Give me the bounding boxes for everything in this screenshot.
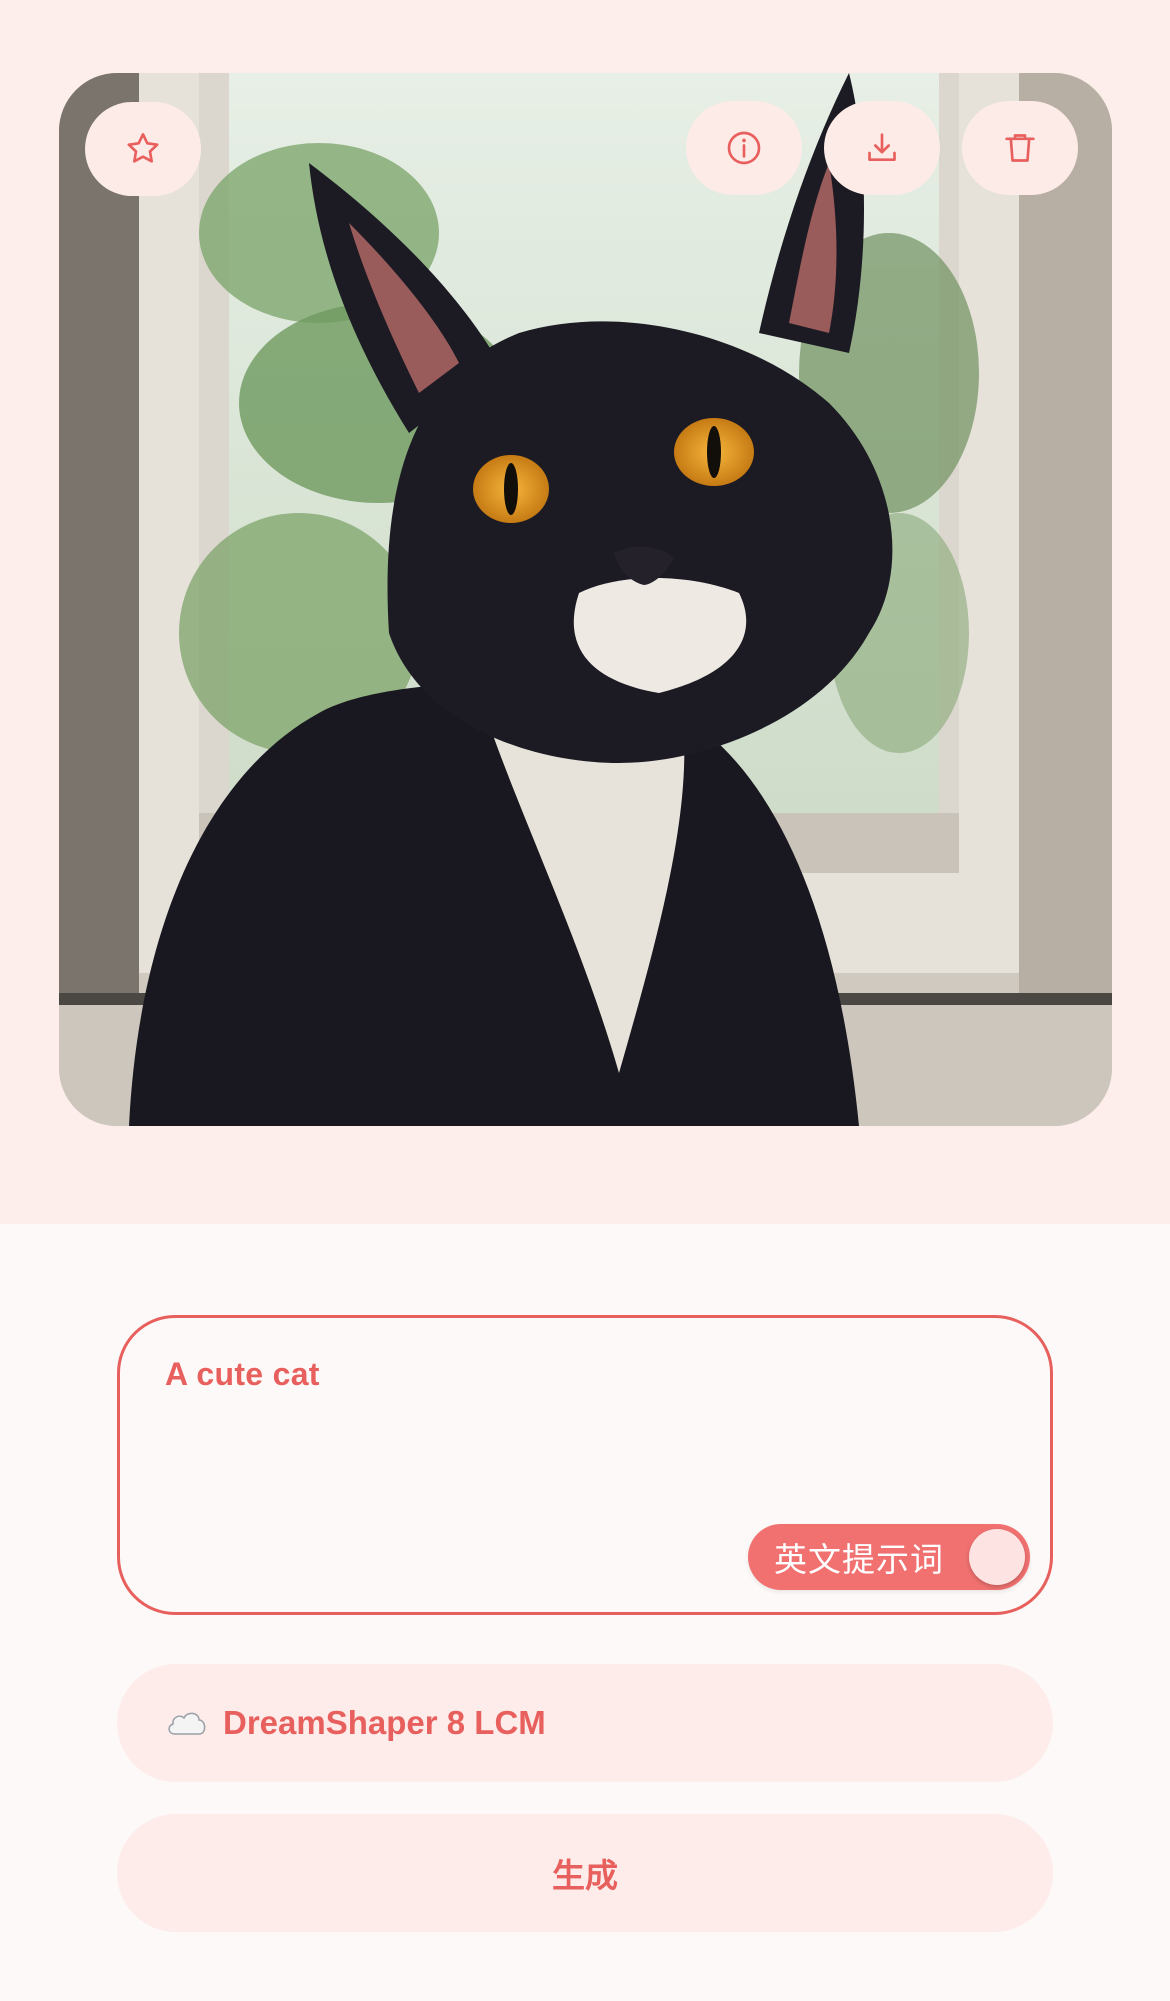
download-button[interactable] [824, 101, 940, 195]
generate-button[interactable]: 生成 [117, 1814, 1053, 1932]
info-icon [727, 131, 761, 165]
generated-image [59, 73, 1112, 1126]
star-icon [127, 133, 159, 163]
model-selector[interactable]: DreamShaper 8 LCM [117, 1664, 1053, 1782]
generate-label: 生成 [552, 1856, 618, 1895]
info-button[interactable] [686, 101, 802, 195]
toggle-knob[interactable] [969, 1529, 1025, 1585]
toggle-label: 英文提示词 [774, 1540, 944, 1579]
cloud-icon [168, 1712, 206, 1735]
trash-icon [1005, 134, 1035, 162]
cat-image [59, 73, 1112, 1126]
model-label: DreamShaper 8 LCM [223, 1704, 546, 1741]
prompt-text[interactable]: A cute cat [165, 1356, 320, 1393]
download-icon [868, 133, 896, 161]
favorite-button[interactable] [85, 102, 201, 196]
delete-button[interactable] [962, 101, 1078, 195]
english-prompt-toggle[interactable]: 英文提示词 [748, 1524, 1030, 1590]
prompt-input[interactable]: A cute cat 英文提示词 [117, 1315, 1053, 1615]
